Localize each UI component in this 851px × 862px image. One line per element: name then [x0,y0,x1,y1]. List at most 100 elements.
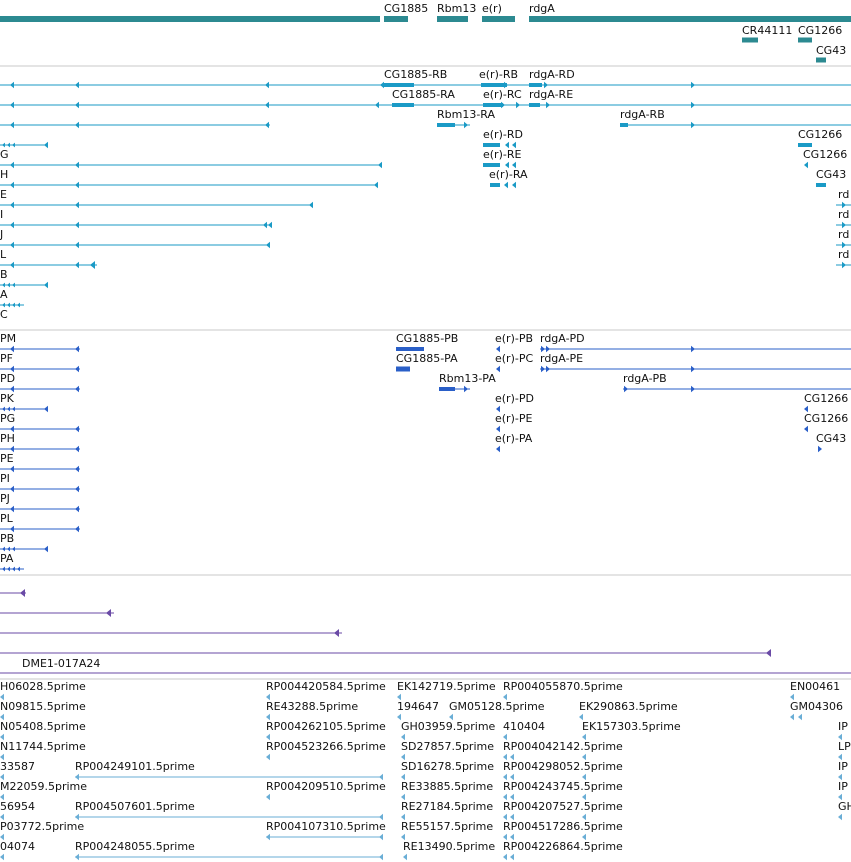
exon-block[interactable] [439,387,455,391]
exon-block[interactable] [384,83,414,87]
exon-block[interactable] [483,163,500,167]
strand-arrow-icon [90,261,95,269]
strand-arrow-icon [75,181,79,189]
strand-arrow-icon [516,101,520,109]
est-label: EK290863.5prime [579,700,678,713]
protein-label: PE [0,452,14,465]
gene-span[interactable] [437,16,468,22]
exon-block[interactable] [392,103,414,107]
transcript-label: e(r)-RC [483,88,522,101]
transcript-label: e(r)-RA [489,168,528,181]
strand-arrow-icon [0,853,4,861]
est-label: RP004226864.5prime [503,840,623,853]
strand-arrow-icon [75,161,79,169]
gene-span[interactable] [384,16,408,22]
est-label: RP004042142.5prime [503,740,623,753]
transcript-label: CG43 [816,168,846,181]
exon-block[interactable] [437,123,455,127]
transcript-label: rdgA-RE [529,88,573,101]
strand-arrow-icon [10,181,14,189]
gene-span[interactable] [482,16,515,22]
strand-arrow-icon [624,385,628,393]
strand-arrow-icon [44,405,48,413]
strand-arrow-icon [464,121,468,129]
exon-block[interactable] [620,123,628,127]
transcript-label: C [0,308,8,321]
est-label: RP004262105.5prime [266,720,386,733]
gene-label: CG1885 [384,2,428,15]
protein-label: e(r)-PC [495,352,533,365]
strand-arrow-icon [2,406,5,412]
strand-arrow-icon [2,302,5,308]
exon-block[interactable] [816,183,826,187]
strand-arrow-icon [44,141,48,149]
exon-block[interactable] [483,103,503,107]
strand-arrow-icon [12,406,15,412]
est-label: RE43288.5prime [266,700,358,713]
est-label: GH [838,800,851,813]
est-label: RP004243745.5prime [503,780,623,793]
transcript-label: B [0,268,8,281]
transcript-label: rd [838,188,849,201]
strand-arrow-icon [75,385,79,393]
strand-arrow-icon [17,566,20,572]
exon-block[interactable] [798,143,812,147]
strand-arrow-icon [75,505,79,513]
strand-arrow-icon [691,121,695,129]
transcript-label: CG1266 [803,148,847,161]
strand-arrow-icon [546,101,550,109]
transcript-label: J [0,228,3,241]
strand-arrow-icon [10,465,14,473]
est-label: N09815.5prime [0,700,86,713]
strand-arrow-icon [691,365,695,373]
strand-arrow-icon [7,406,10,412]
strand-arrow-icon [75,81,79,89]
est-label: 33587 [0,760,35,773]
protein-label: e(r)-PD [495,392,534,405]
exon-block[interactable] [396,347,424,351]
strand-arrow-icon [501,101,505,109]
exon-block[interactable] [481,83,507,87]
strand-arrow-icon [268,221,272,229]
clone-label: DME1-017A24 [22,657,100,670]
transcript-label: rd [838,228,849,241]
protein-label: CG1266 [804,412,848,425]
est-label: RP004207527.5prime [503,800,623,813]
exon-block[interactable] [529,83,542,87]
strand-arrow-icon [75,345,79,353]
strand-arrow-icon [7,566,10,572]
gene-span[interactable] [0,16,380,22]
strand-arrow-icon [7,546,10,552]
gene-label: Rbm13 [437,2,476,15]
strand-arrow-icon [842,261,846,269]
gene-span[interactable] [798,37,812,43]
est-label: RE27184.5prime [401,800,493,813]
strand-arrow-icon [75,853,79,861]
strand-arrow-icon [44,281,48,289]
exon-block[interactable] [483,143,500,147]
gene-span[interactable] [816,57,826,63]
transcript-label: A [0,288,8,301]
gene-span[interactable] [529,16,851,22]
est-label: GM04306 [790,700,843,713]
strand-arrow-icon [75,365,79,373]
clone-end-icon [106,609,111,617]
transcript-label: rdgA-RB [620,108,665,121]
strand-arrow-icon [265,121,269,129]
gene-label: CG1266 [798,24,842,37]
exon-block[interactable] [529,103,540,107]
exon-block[interactable] [396,366,410,372]
strand-arrow-icon [503,853,507,861]
strand-arrow-icon [7,142,10,148]
strand-arrow-icon [12,546,15,552]
strand-arrow-icon [375,101,379,109]
est-label: RP004298052.5prime [503,760,623,773]
strand-arrow-icon [266,833,270,841]
gene-label: e(r) [482,2,502,15]
gene-span[interactable] [742,37,758,43]
strand-arrow-icon [266,793,270,801]
exon-block[interactable] [490,183,500,187]
strand-arrow-icon [265,81,269,89]
transcript-label: rdgA-RD [529,68,575,81]
est-label: GM05128.5prime [449,700,545,713]
